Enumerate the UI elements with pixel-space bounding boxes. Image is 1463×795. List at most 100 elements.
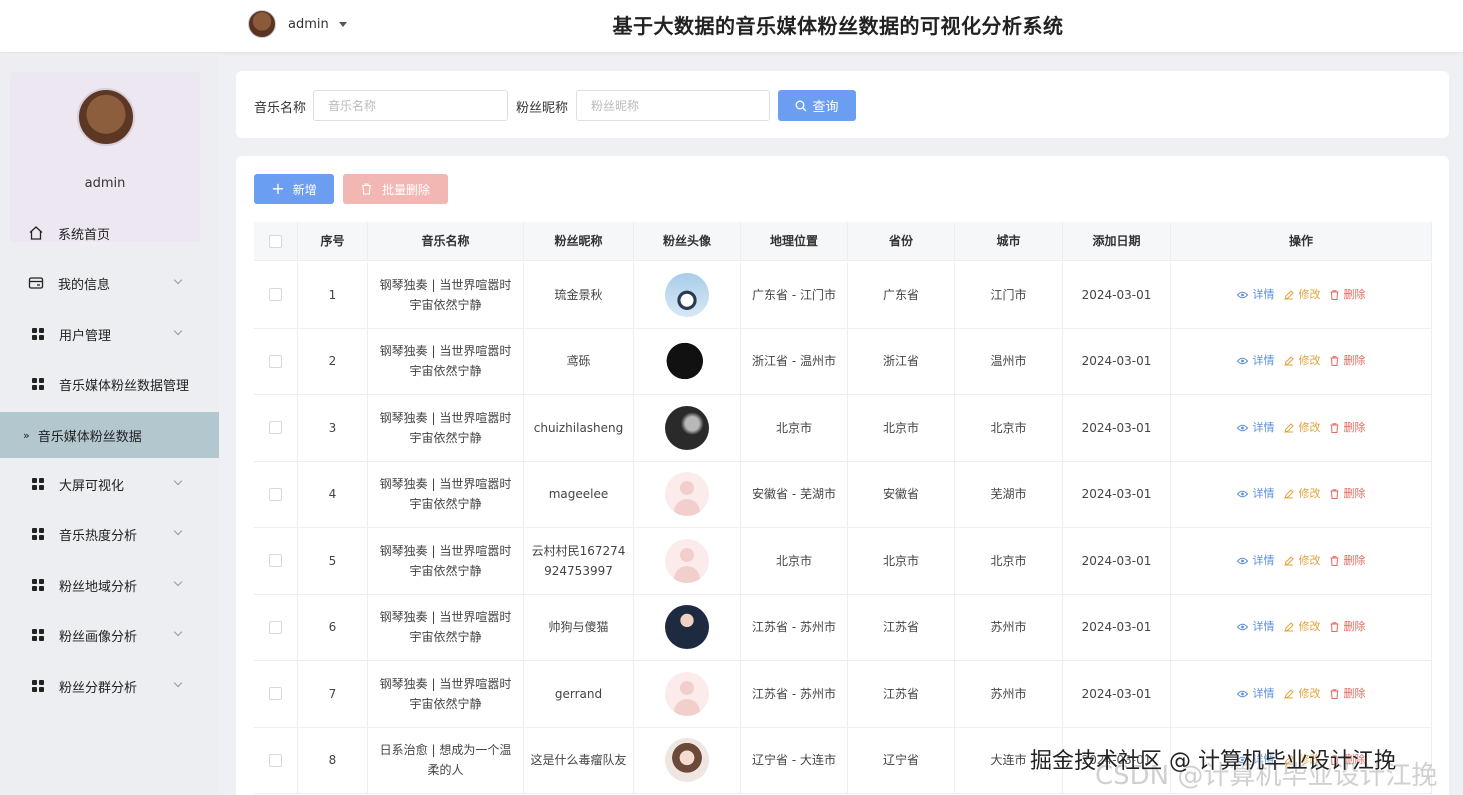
sidebar-item-music-heat[interactable]: 音乐热度分析 — [0, 511, 219, 557]
row-checkbox[interactable] — [269, 354, 282, 368]
delete-button[interactable]: 删除 — [1330, 418, 1366, 438]
detail-button[interactable]: 详情 — [1236, 285, 1275, 305]
fan-nickname-input[interactable] — [576, 90, 770, 121]
cell-fan: 帅狗与傻猫 — [524, 594, 634, 660]
cell-city: 温州市 — [955, 328, 1063, 394]
sidebar-item-my-info[interactable]: 我的信息 — [0, 260, 219, 306]
pencil-icon — [1283, 489, 1294, 500]
edit-button[interactable]: 修改 — [1283, 617, 1321, 637]
cell-fan: chuizhilasheng — [524, 395, 634, 461]
sidebar-item-big-screen[interactable]: 大屏可视化 — [0, 461, 219, 507]
header-col-avatar: 粉丝头像 — [634, 222, 741, 260]
row-checkbox[interactable] — [269, 620, 282, 634]
row-checkbox[interactable] — [269, 554, 282, 568]
table-row[interactable]: 1 钢琴独奏 | 当世界喧嚣时宇宙依然宁静 琉金景秋 广东省 - 江门市 广东省 江门市 2… — [254, 262, 1432, 329]
row-checkbox[interactable] — [269, 687, 282, 701]
cell-city: 芜湖市 — [955, 461, 1063, 527]
table-row[interactable]: 5 钢琴独奏 | 当世界喧嚣时宇宙依然宁静 云村村民167274924753997 北… — [254, 528, 1432, 595]
detail-button[interactable]: 详情 — [1236, 418, 1275, 438]
arrow-right-icon: » — [23, 428, 30, 442]
sidebar-item-home[interactable]: 系统首页 — [0, 210, 219, 256]
fan-avatar-image — [665, 405, 709, 450]
detail-button[interactable]: 详情 — [1236, 484, 1275, 504]
header-avatar[interactable] — [248, 10, 276, 38]
table-row[interactable]: 3 钢琴独奏 | 当世界喧嚣时宇宙依然宁静 chuizhilasheng 北京市 北京市… — [254, 395, 1432, 462]
cell-city: 北京市 — [955, 395, 1063, 461]
cell-city: 苏州市 — [955, 594, 1063, 660]
sidebar-item-fan-region[interactable]: 粉丝地域分析 — [0, 562, 219, 608]
detail-button[interactable]: 详情 — [1236, 351, 1275, 371]
pencil-icon — [1283, 689, 1294, 699]
eye-icon — [1236, 491, 1248, 498]
detail-button-label: 详情 — [1252, 620, 1275, 634]
sidebar-item-label: 音乐媒体粉丝数据管理 — [59, 378, 190, 394]
cell-province: 辽宁省 — [848, 727, 955, 793]
edit-button-label: 修改 — [1298, 553, 1321, 567]
sidebar-item-user-management[interactable]: 用户管理 — [0, 311, 219, 357]
data-panel: + 新增 批量删除 序号 音乐名称 粉丝昵称 粉丝头像 地理位置 省份 城市 添加日期 操作 1 钢… — [236, 156, 1449, 795]
sidebar-item-fan-data[interactable]: » 音乐媒体粉丝数据 — [0, 412, 219, 458]
header-col-province: 省份 — [848, 222, 955, 260]
edit-button-label: 修改 — [1298, 420, 1321, 434]
user-menu[interactable]: admin — [248, 9, 347, 39]
detail-button[interactable]: 详情 — [1236, 551, 1275, 571]
delete-button[interactable]: 删除 — [1330, 684, 1366, 704]
pencil-icon — [1283, 356, 1294, 367]
cell-province: 江苏省 — [848, 594, 955, 660]
table-row[interactable]: 2 钢琴独奏 | 当世界喧嚣时宇宙依然宁静 鸢砾 浙江省 - 温州市 浙江省 温州市 202… — [254, 328, 1432, 395]
music-name-input[interactable] — [313, 90, 508, 121]
header-username[interactable]: admin — [288, 17, 329, 32]
eye-icon — [1236, 291, 1248, 298]
row-actions: 详情 修改 删除 — [1236, 351, 1366, 371]
delete-button[interactable]: 删除 — [1330, 351, 1366, 371]
detail-button-label: 详情 — [1252, 487, 1275, 501]
sidebar-item-fan-data-management[interactable]: 音乐媒体粉丝数据管理 — [0, 361, 219, 407]
cell-avatar — [634, 528, 741, 594]
cell-province: 北京市 — [848, 528, 955, 594]
chevron-down-icon — [173, 627, 183, 637]
row-checkbox[interactable] — [269, 487, 282, 501]
detail-button[interactable]: 详情 — [1236, 684, 1275, 704]
select-all-checkbox[interactable] — [269, 234, 282, 248]
sidebar-item-label: 用户管理 — [59, 328, 112, 344]
eye-icon — [1236, 358, 1248, 365]
table-row[interactable]: 6 钢琴独奏 | 当世界喧嚣时宇宙依然宁静 帅狗与傻猫 江苏省 - 苏州市 江苏省 苏州市… — [254, 594, 1432, 661]
caret-down-icon[interactable] — [338, 21, 347, 27]
cell-no: 3 — [298, 395, 368, 461]
sidebar-item-label: 粉丝分群分析 — [59, 680, 138, 696]
row-checkbox[interactable] — [269, 288, 282, 302]
cell-location: 安徽省 - 芜湖市 — [741, 461, 848, 527]
cell-city: 北京市 — [955, 528, 1063, 594]
delete-button[interactable]: 删除 — [1330, 484, 1366, 504]
edit-button[interactable]: 修改 — [1283, 684, 1321, 704]
detail-button[interactable]: 详情 — [1236, 617, 1275, 637]
cell-actions: 详情 修改 删除 — [1171, 262, 1432, 328]
table-row[interactable]: 7 钢琴独奏 | 当世界喧嚣时宇宙依然宁静 gerrand 江苏省 - 苏州市 江苏省苏… — [254, 661, 1432, 728]
sidebar-item-fan-cluster[interactable]: 粉丝分群分析 — [0, 663, 219, 709]
grid-icon — [32, 378, 44, 390]
edit-button[interactable]: 修改 — [1283, 285, 1321, 305]
edit-button[interactable]: 修改 — [1283, 551, 1321, 571]
row-checkbox[interactable] — [269, 753, 282, 767]
grid-icon — [32, 629, 44, 641]
batch-delete-button[interactable]: 批量删除 — [343, 174, 448, 204]
delete-button-label: 删除 — [1343, 287, 1366, 301]
delete-button[interactable]: 删除 — [1330, 617, 1366, 637]
edit-button[interactable]: 修改 — [1283, 484, 1321, 504]
edit-button[interactable]: 修改 — [1283, 351, 1321, 371]
sidebar-item-fan-portrait[interactable]: 粉丝画像分析 — [0, 612, 219, 658]
delete-button[interactable]: 删除 — [1330, 551, 1366, 571]
delete-button[interactable]: 删除 — [1330, 285, 1366, 305]
cell-fan: 这是什么毒瘤队友 — [524, 727, 634, 793]
row-actions: 详情 修改 删除 — [1236, 551, 1366, 571]
search-button[interactable]: 查询 — [778, 90, 856, 121]
row-select-cell — [254, 594, 298, 660]
table-row[interactable]: 4 钢琴独奏 | 当世界喧嚣时宇宙依然宁静 mageelee 安徽省 - 芜湖市 安徽省… — [254, 461, 1432, 528]
fan-avatar-image — [665, 605, 709, 650]
delete-button-label: 删除 — [1343, 487, 1366, 501]
row-checkbox[interactable] — [269, 421, 282, 435]
add-button[interactable]: + 新增 — [254, 174, 334, 204]
edit-button[interactable]: 修改 — [1283, 418, 1321, 438]
eye-icon — [1236, 690, 1248, 697]
sidebar-item-label: 音乐热度分析 — [59, 528, 138, 544]
